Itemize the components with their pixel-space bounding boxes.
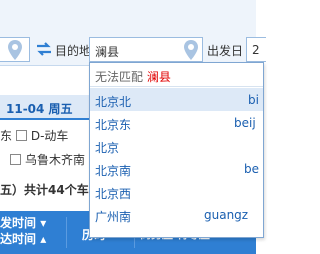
date-tab-label: 11-04 周五 bbox=[6, 102, 73, 116]
suggestion-name: 北京东 bbox=[95, 118, 132, 132]
suggestion-name: 北京 bbox=[95, 141, 120, 155]
suggestion-item-beijing[interactable]: 北京 bbox=[90, 134, 263, 157]
sort-up-icon[interactable]: ▴ bbox=[40, 232, 46, 246]
arrive-time-label: 达时间 bbox=[0, 232, 37, 246]
suggestion-pinyin: beij bbox=[234, 116, 256, 130]
station-checkbox[interactable] bbox=[10, 154, 21, 165]
swap-icon[interactable] bbox=[36, 42, 52, 56]
suggestion-item-guangzhounan[interactable]: 广州南 guangz bbox=[90, 203, 263, 226]
no-match-prefix: 无法匹配 bbox=[95, 70, 144, 84]
suggestion-name: 广州南 bbox=[95, 210, 132, 224]
no-match-term: 澜县 bbox=[146, 70, 171, 84]
suggestion-item-beijingbei[interactable]: 北京北 bi bbox=[90, 88, 263, 111]
suggestion-pinyin: bi bbox=[248, 93, 259, 107]
suggestion-name: 北京西 bbox=[95, 187, 132, 201]
station-label: 乌鲁木齐南 bbox=[25, 153, 86, 167]
suggestion-pinyin: be bbox=[244, 162, 259, 176]
date-tab[interactable]: 11-04 周五 bbox=[0, 95, 90, 120]
map-pin-icon[interactable] bbox=[8, 40, 22, 60]
time-sort-header[interactable]: 发时间 ▾ 达时间 ▴ bbox=[0, 215, 60, 247]
to-station-value: 澜县 bbox=[95, 45, 120, 59]
sort-down-icon[interactable]: ▾ bbox=[40, 216, 46, 230]
summary-prefix: 五）共计 bbox=[0, 183, 49, 197]
to-station-label: 目的地 bbox=[55, 44, 92, 58]
suggestion-item-beijingnan[interactable]: 北京南 be bbox=[90, 157, 263, 180]
suggestion-name: 北京南 bbox=[95, 164, 132, 178]
result-summary: 五）共计44个车次 bbox=[0, 181, 101, 198]
suggestion-pinyin: guangz bbox=[204, 208, 249, 222]
map-pin-icon[interactable] bbox=[184, 40, 198, 60]
depart-date-value: 2 bbox=[252, 43, 260, 57]
filter-row-station: 乌鲁木齐南 bbox=[10, 151, 85, 168]
depart-time-label: 发时间 bbox=[0, 216, 37, 230]
train-count: 44 bbox=[48, 183, 65, 197]
depart-date-input[interactable]: 2 bbox=[246, 37, 266, 62]
suggestion-item-beijingxi[interactable]: 北京西 bbox=[90, 180, 263, 203]
no-match-message: 无法匹配 澜县 bbox=[90, 63, 263, 87]
filter-row-train-type: 东 D-动车 bbox=[0, 127, 68, 144]
suggestion-name: 北京北 bbox=[95, 95, 132, 109]
suggestion-item-beijingdong[interactable]: 北京东 beij bbox=[90, 111, 263, 134]
depart-date-label: 出发日 bbox=[207, 44, 244, 58]
station-autocomplete-dropdown: 无法匹配 澜县 北京北 bi 北京东 beij 北京 北京南 be 北京西 广州… bbox=[89, 62, 264, 238]
d-train-checkbox[interactable] bbox=[15, 130, 27, 141]
header-divider bbox=[66, 217, 67, 248]
filter-prefix: 东 bbox=[0, 129, 13, 143]
d-train-label: D-动车 bbox=[30, 129, 69, 143]
